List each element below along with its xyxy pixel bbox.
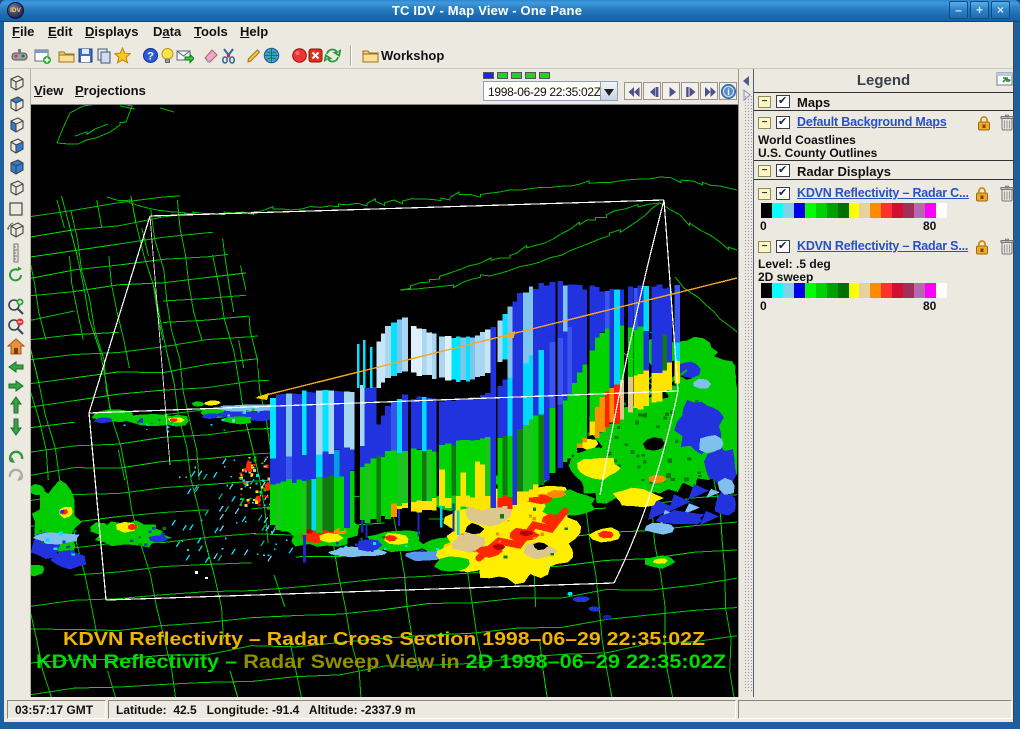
svg-text:i: i xyxy=(727,87,730,97)
svg-text:?: ? xyxy=(147,51,154,63)
svg-text:KDVN Reflectivity – Radar Cros: KDVN Reflectivity – Radar Cross Section … xyxy=(63,628,705,649)
svg-text:KDVN Reflectivity – Radar Swee: KDVN Reflectivity – Radar Sweep View in … xyxy=(36,651,726,673)
